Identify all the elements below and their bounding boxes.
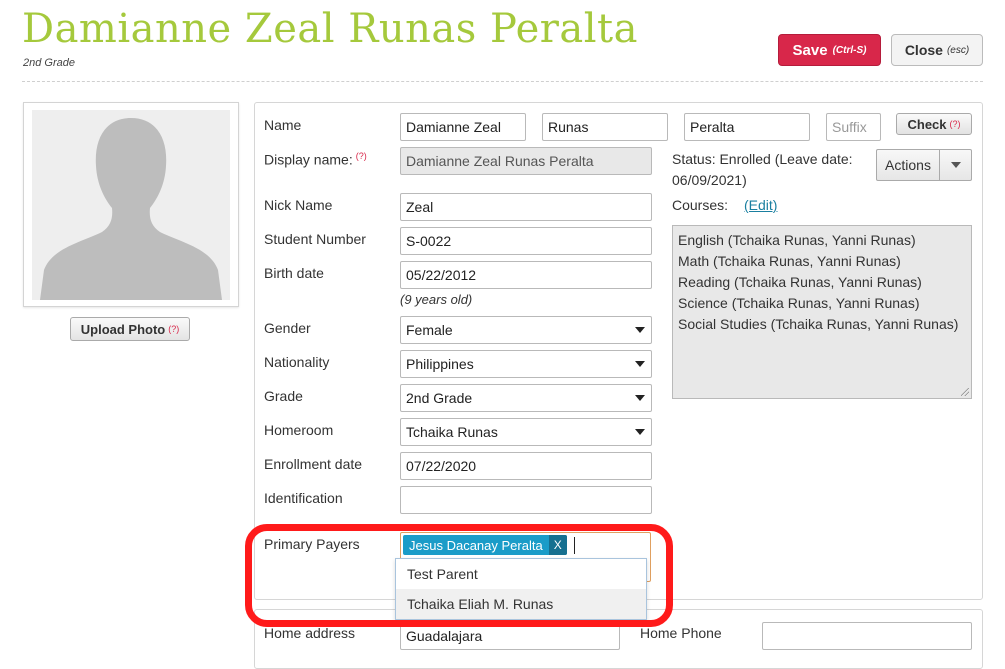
- payer-option[interactable]: Tchaika Eliah M. Runas: [396, 589, 646, 619]
- first-name-field[interactable]: Damianne Zeal: [400, 113, 526, 141]
- course-item: English (Tchaika Runas, Yanni Runas): [678, 232, 916, 248]
- name-label: Name: [264, 117, 302, 133]
- payer-suggestions-dropdown: Test Parent Tchaika Eliah M. Runas: [395, 558, 647, 620]
- student-photo: [23, 102, 239, 307]
- courses-label: Courses:: [672, 197, 729, 213]
- display-name-field: Damianne Zeal Runas Peralta: [400, 147, 652, 175]
- actions-label: Actions: [877, 150, 940, 180]
- save-shortcut: (Ctrl-S): [832, 44, 867, 56]
- upload-photo-label: Upload Photo: [80, 321, 166, 337]
- save-label: Save: [792, 41, 828, 59]
- status-line-1: Status: Enrolled (Leave date:: [672, 151, 853, 167]
- home-address-field[interactable]: Guadalajara: [400, 622, 620, 650]
- chevron-down-icon: [635, 361, 645, 367]
- close-label: Close: [904, 42, 943, 58]
- grade-value: 2nd Grade: [406, 390, 473, 406]
- home-address-label: Home address: [264, 625, 356, 641]
- display-name-help-icon[interactable]: (?): [356, 151, 367, 161]
- payer-option[interactable]: Test Parent: [396, 559, 646, 589]
- student-number-field[interactable]: S-0022: [400, 227, 652, 255]
- suffix-field[interactable]: Suffix: [826, 113, 881, 141]
- grade-subtitle: 2nd Grade: [23, 57, 75, 69]
- homeroom-select[interactable]: Tchaika Runas: [400, 418, 652, 446]
- check-help-icon[interactable]: (?): [950, 119, 961, 129]
- payer-tag: Jesus Dacanay Peralta X: [403, 535, 567, 555]
- resize-handle-icon[interactable]: [961, 388, 969, 396]
- upload-help-icon[interactable]: (?): [168, 324, 179, 334]
- actions-chevron-down-icon[interactable]: [940, 162, 971, 168]
- primary-payers-label: Primary Payers: [264, 536, 360, 552]
- course-item: Social Studies (Tchaika Runas, Yanni Run…: [678, 316, 959, 332]
- header-divider: [22, 81, 983, 82]
- chevron-down-icon: [635, 327, 645, 333]
- check-button[interactable]: Check (?): [896, 113, 972, 135]
- nationality-value: Philippines: [406, 356, 474, 372]
- home-phone-label: Home Phone: [640, 625, 722, 641]
- middle-name-field[interactable]: Runas: [542, 113, 668, 141]
- identification-label: Identification: [264, 490, 343, 506]
- nick-name-field[interactable]: Zeal: [400, 193, 652, 221]
- home-phone-field[interactable]: [762, 622, 972, 650]
- gender-label: Gender: [264, 320, 311, 336]
- chevron-down-icon: [635, 429, 645, 435]
- check-label: Check: [907, 116, 947, 132]
- homeroom-label: Homeroom: [264, 422, 334, 438]
- save-button[interactable]: Save (Ctrl-S): [778, 34, 881, 66]
- grade-label: Grade: [264, 388, 303, 404]
- gender-value: Female: [406, 322, 453, 338]
- homeroom-value: Tchaika Runas: [406, 424, 498, 440]
- remove-tag-icon[interactable]: X: [548, 535, 567, 555]
- course-item: Reading (Tchaika Runas, Yanni Runas): [678, 274, 922, 290]
- nationality-label: Nationality: [264, 354, 330, 370]
- display-name-label-text: Display name:: [264, 151, 353, 168]
- courses-list: English (Tchaika Runas, Yanni Runas) Mat…: [672, 225, 972, 399]
- chevron-down-icon: [635, 395, 645, 401]
- birth-date-field[interactable]: 05/22/2012: [400, 261, 652, 289]
- gender-select[interactable]: Female: [400, 316, 652, 344]
- page-title: Damianne Zeal Runas Peralta: [22, 6, 638, 52]
- text-cursor: [574, 537, 575, 554]
- display-name-label: Display name: (?): [264, 151, 367, 168]
- nationality-select[interactable]: Philippines: [400, 350, 652, 378]
- course-item: Math (Tchaika Runas, Yanni Runas): [678, 253, 901, 269]
- enrollment-date-label: Enrollment date: [264, 456, 363, 472]
- birth-date-label: Birth date: [264, 265, 324, 281]
- close-shortcut: (esc): [946, 44, 970, 56]
- last-name-field[interactable]: Peralta: [684, 113, 810, 141]
- identification-field[interactable]: [400, 486, 652, 514]
- close-button[interactable]: Close (esc): [891, 34, 983, 66]
- course-item: Science (Tchaika Runas, Yanni Runas): [678, 295, 920, 311]
- avatar-placeholder-icon: [32, 110, 230, 300]
- upload-photo-button[interactable]: Upload Photo (?): [70, 317, 190, 341]
- age-note: (9 years old): [400, 292, 473, 307]
- actions-dropdown[interactable]: Actions: [876, 149, 972, 181]
- nick-name-label: Nick Name: [264, 197, 333, 213]
- payer-tag-label: Jesus Dacanay Peralta: [409, 537, 543, 553]
- status-line-2: 06/09/2021): [672, 172, 747, 188]
- enrollment-date-field[interactable]: 07/22/2020: [400, 452, 652, 480]
- courses-edit-link[interactable]: (Edit): [744, 197, 777, 213]
- student-number-label: Student Number: [264, 231, 366, 247]
- grade-select[interactable]: 2nd Grade: [400, 384, 652, 412]
